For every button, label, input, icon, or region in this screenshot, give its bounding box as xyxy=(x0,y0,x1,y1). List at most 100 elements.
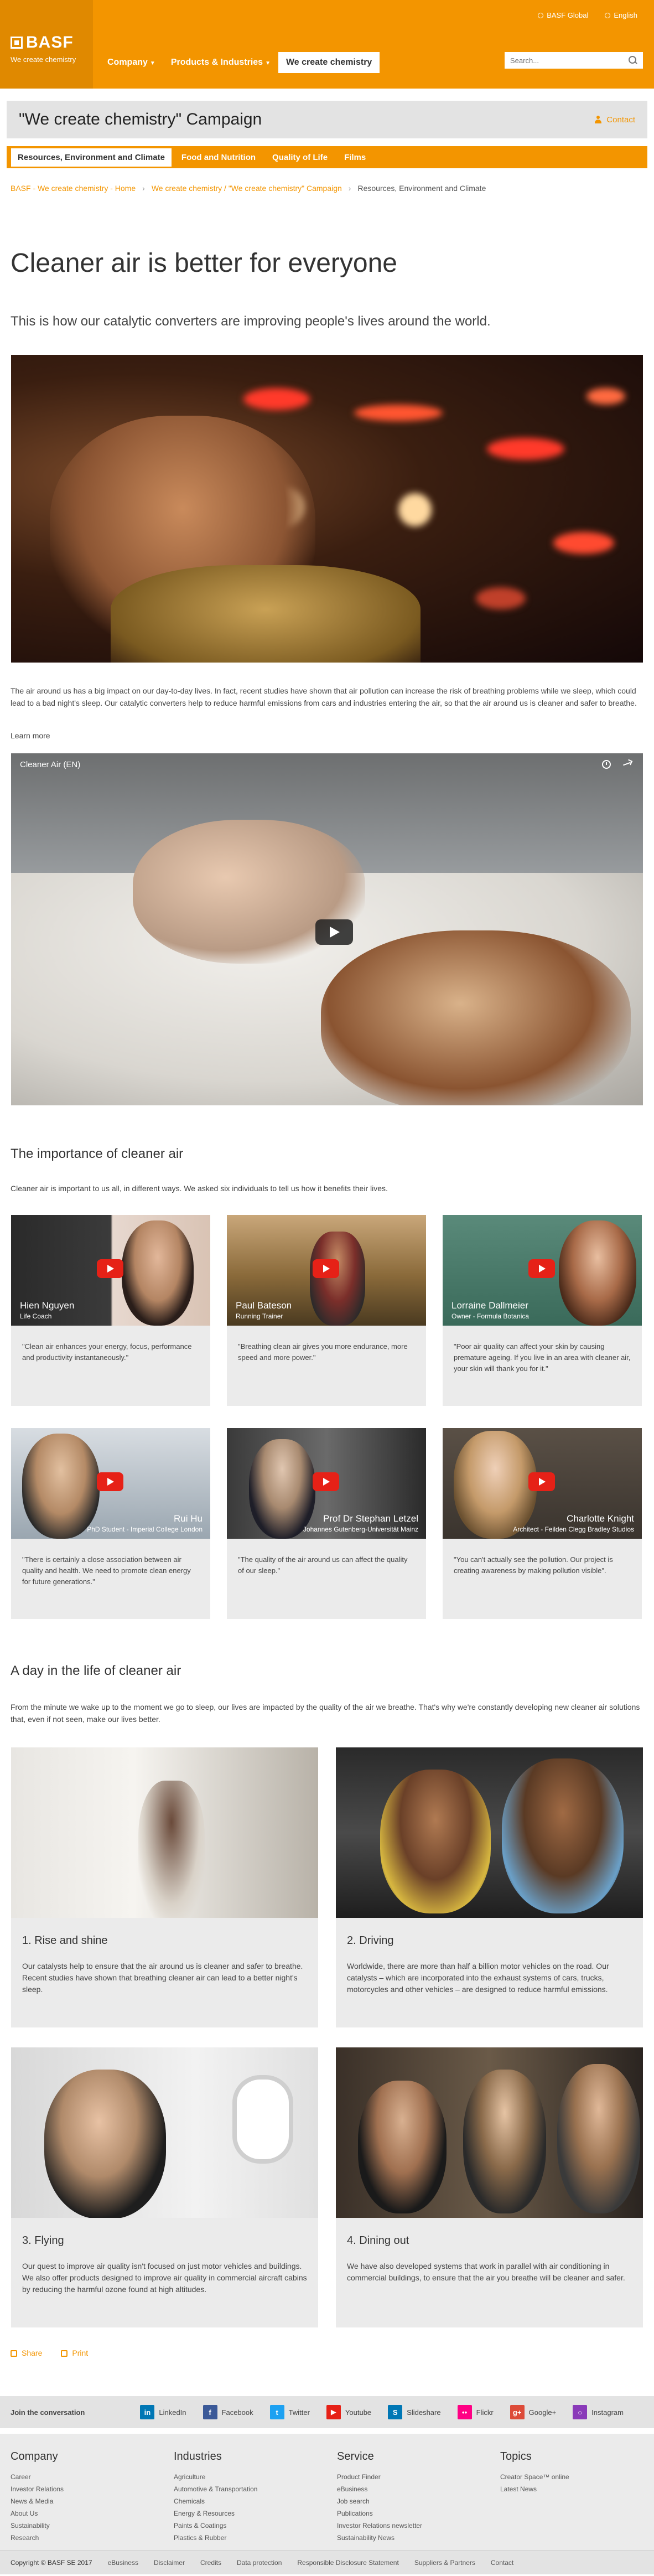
footer-column-heading: Company xyxy=(11,2450,58,2463)
testimonial-video-thumbnail[interactable]: Rui Hu PhD Student - Imperial College Lo… xyxy=(11,1428,210,1539)
footer-link[interactable]: About Us xyxy=(11,2507,174,2520)
testimonial-video-thumbnail[interactable]: Paul Bateson Running Trainer xyxy=(227,1215,426,1326)
search-icon[interactable] xyxy=(629,56,637,65)
footer-bottom-link[interactable]: Data protection xyxy=(237,2559,282,2567)
footer-link[interactable]: Research xyxy=(11,2532,174,2544)
flying-image xyxy=(11,2047,318,2218)
nav-we-create-chemistry[interactable]: We create chemistry xyxy=(278,52,380,73)
footer-link[interactable]: Publications xyxy=(337,2507,500,2520)
youtube-play-icon[interactable] xyxy=(528,1259,555,1278)
social-label: Facebook xyxy=(221,2408,253,2417)
tab-food-nutrition[interactable]: Food and Nutrition xyxy=(175,148,262,167)
video-title[interactable]: Cleaner Air (EN) xyxy=(20,760,80,769)
social-link-instagram[interactable]: ○ Instagram xyxy=(573,2405,624,2419)
footer-link[interactable]: Plastics & Rubber xyxy=(174,2532,337,2544)
video-player[interactable]: Cleaner Air (EN) xyxy=(11,753,643,1105)
search-input[interactable] xyxy=(510,56,629,65)
footer-link[interactable]: Sustainability xyxy=(11,2520,174,2532)
breadcrumb-home[interactable]: BASF - We create chemistry - Home xyxy=(11,184,136,193)
social-link-youtube[interactable]: ▶ Youtube xyxy=(326,2405,371,2419)
footer-link[interactable]: Chemicals xyxy=(174,2495,337,2507)
nav-company[interactable]: Company ▼ xyxy=(100,52,163,73)
youtube-play-icon[interactable] xyxy=(528,1472,555,1491)
footer-link[interactable]: Career xyxy=(11,2471,174,2483)
page-intro: This is how our catalytic converters are… xyxy=(11,314,491,329)
footer-columns: Company Career Investor Relations News & Me… xyxy=(11,2450,654,2542)
day-card-title: 2. Driving xyxy=(347,1934,394,1947)
facebook-icon: f xyxy=(203,2405,217,2419)
social-link-facebook[interactable]: f Facebook xyxy=(203,2405,253,2419)
nav-company-label: Company xyxy=(107,58,148,67)
testimonial-name: Hien Nguyen xyxy=(20,1300,75,1311)
social-link-linkedin[interactable]: in LinkedIn xyxy=(140,2405,186,2419)
youtube-play-icon[interactable] xyxy=(97,1259,123,1278)
breadcrumb-current: Resources, Environment and Climate xyxy=(357,184,486,193)
footer-link[interactable]: eBusiness xyxy=(337,2483,500,2495)
footer-bottom-link[interactable]: Contact xyxy=(491,2559,513,2567)
social-links: in LinkedIn f Facebook t Twitter ▶ Youtube S Slid… xyxy=(140,2405,624,2419)
footer-link[interactable]: News & Media xyxy=(11,2495,174,2507)
share-icon xyxy=(11,2350,17,2357)
nav-wcc-label: We create chemistry xyxy=(286,58,372,67)
tab-quality-of-life[interactable]: Quality of Life xyxy=(266,148,334,167)
nav-products-industries[interactable]: Products & Industries ▼ xyxy=(163,52,278,73)
tab-resources-environment-climate[interactable]: Resources, Environment and Climate xyxy=(11,148,172,167)
basf-logo[interactable]: BASF We create chemistry xyxy=(0,0,93,89)
bokeh-light xyxy=(553,532,614,554)
share-label: Share xyxy=(22,2349,43,2357)
hero-image xyxy=(11,355,643,663)
footer-column-heading: Topics xyxy=(500,2450,532,2463)
social-link-slideshare[interactable]: S Slideshare xyxy=(388,2405,441,2419)
footer-link[interactable]: Product Finder xyxy=(337,2471,500,2483)
footer-link[interactable]: Paints & Coatings xyxy=(174,2520,337,2532)
tab-films[interactable]: Films xyxy=(338,148,372,167)
testimonial-name: Charlotte Knight xyxy=(567,1513,634,1524)
breadcrumb-campaign[interactable]: We create chemistry / "We create chemist… xyxy=(152,184,342,193)
watch-later-icon[interactable] xyxy=(602,760,611,769)
footer-bottom-link[interactable]: Responsible Disclosure Statement xyxy=(297,2559,398,2567)
social-link-google-[interactable]: g+ Google+ xyxy=(510,2405,556,2419)
social-link-flickr[interactable]: •• Flickr xyxy=(457,2405,494,2419)
footer-link[interactable]: Job search xyxy=(337,2495,500,2507)
share-link[interactable]: Share xyxy=(11,2349,42,2357)
play-button[interactable] xyxy=(315,919,353,945)
youtube-play-icon[interactable] xyxy=(97,1472,123,1491)
testimonial-name: Prof Dr Stephan Letzel xyxy=(323,1513,418,1524)
youtube-icon: ▶ xyxy=(326,2405,341,2419)
testimonial-video-thumbnail[interactable]: Lorraine Dallmeier Owner - Formula Botan… xyxy=(443,1215,642,1326)
social-link-twitter[interactable]: t Twitter xyxy=(269,2405,310,2419)
footer-link[interactable]: Creator Space™ online xyxy=(500,2471,654,2483)
footer-link[interactable]: Energy & Resources xyxy=(174,2507,337,2520)
footer-bottom-link[interactable]: Suppliers & Partners xyxy=(414,2559,475,2567)
language-link[interactable]: English xyxy=(605,11,637,19)
flickr-icon: •• xyxy=(457,2405,472,2419)
footer-bottom-link[interactable]: Disclaimer xyxy=(154,2559,185,2567)
footer-link[interactable]: Latest News xyxy=(500,2483,654,2495)
testimonial-video-thumbnail[interactable]: Prof Dr Stephan Letzel Johannes Gutenber… xyxy=(227,1428,426,1539)
footer-bottom-link[interactable]: eBusiness xyxy=(108,2559,138,2567)
youtube-play-icon[interactable] xyxy=(313,1472,339,1491)
day-card-text: We have also developed systems that work… xyxy=(347,2262,625,2282)
footer-link[interactable]: Sustainability News xyxy=(337,2532,500,2544)
footer-link[interactable]: Investor Relations newsletter xyxy=(337,2520,500,2532)
testimonial-video-thumbnail[interactable]: Hien Nguyen Life Coach xyxy=(11,1215,210,1326)
footer-link[interactable]: Automotive & Transportation xyxy=(174,2483,337,2495)
footer-link[interactable]: Investor Relations xyxy=(11,2483,174,2495)
chevron-down-icon: ▼ xyxy=(149,60,155,66)
contact-link[interactable]: Contact xyxy=(594,115,635,125)
footer-column-heading: Industries xyxy=(174,2450,222,2463)
child-jacket xyxy=(111,565,421,663)
learn-more-link[interactable]: Learn more xyxy=(11,731,654,740)
footer-bottom-link[interactable]: Credits xyxy=(200,2559,221,2567)
testimonial-video-thumbnail[interactable]: Charlotte Knight Architect - Feilden Cle… xyxy=(443,1428,642,1539)
testimonial-quote: "Poor air quality can affect your skin b… xyxy=(443,1326,642,1406)
social-label: Instagram xyxy=(591,2408,624,2417)
testimonial-card: Paul Bateson Running Trainer "Breathing … xyxy=(227,1215,426,1406)
basf-global-link[interactable]: BASF Global xyxy=(538,11,588,19)
print-link[interactable]: Print xyxy=(61,2349,88,2357)
share-icon[interactable] xyxy=(623,760,632,768)
join-conversation-label: Join the conversation xyxy=(11,2408,85,2417)
footer-link[interactable]: Agriculture xyxy=(174,2471,337,2483)
importance-intro: Cleaner air is important to us all, in d… xyxy=(11,1184,388,1193)
youtube-play-icon[interactable] xyxy=(313,1259,339,1278)
